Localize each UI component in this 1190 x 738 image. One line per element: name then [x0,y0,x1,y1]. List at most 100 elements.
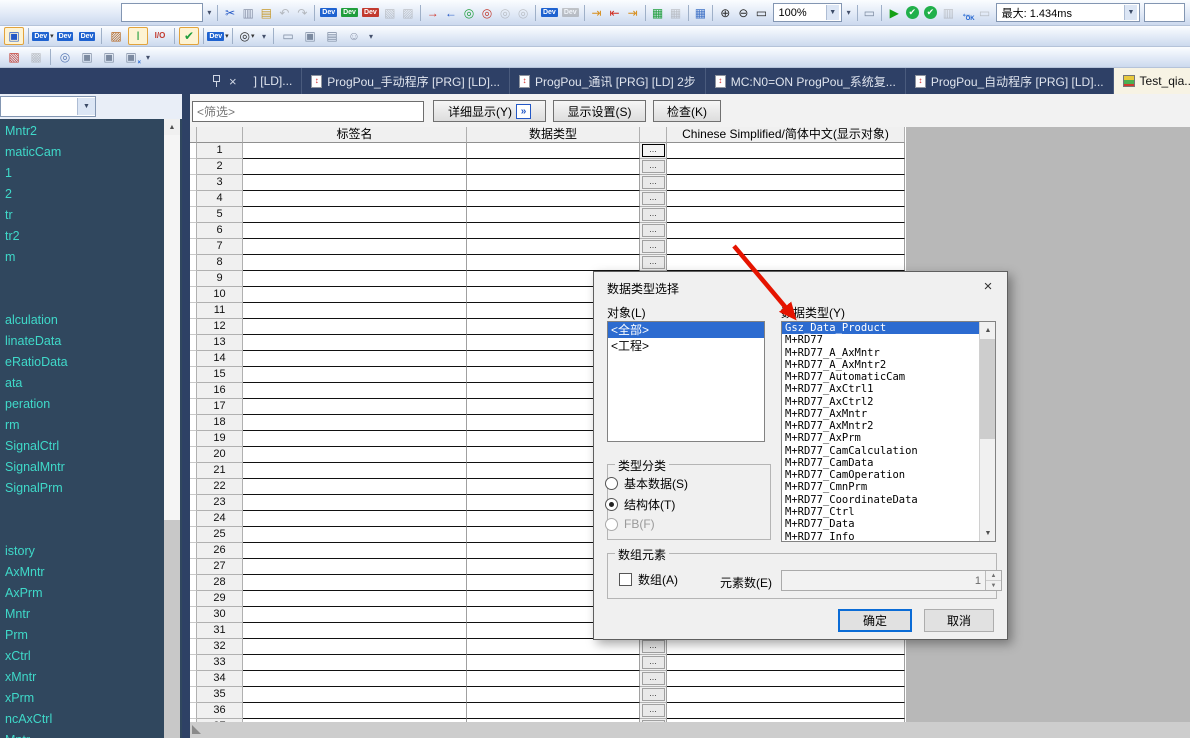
data-type-cell[interactable] [467,239,640,255]
row-number-cell[interactable]: 28 [197,575,243,591]
toolbar-combo-stub[interactable] [121,3,203,22]
sidebar-item-Mntr[interactable]: Mntr [5,733,30,738]
label-name-cell[interactable] [243,527,467,543]
label-name-cell[interactable] [243,511,467,527]
datatype-item[interactable]: Gsz_Data_Product [782,322,980,334]
row-number-cell[interactable]: 9 [197,271,243,287]
network-view-off-icon[interactable]: ▦ [668,4,684,22]
sidebar-item-tr2[interactable]: tr2 [5,229,20,247]
convert-check2-icon[interactable]: ✔ [922,4,938,22]
convert-check1-icon[interactable]: ✔ [904,4,920,22]
tab-4[interactable]: ↕MC:N0=ON ProgPou_系统复... [706,68,906,94]
row-indicator-cell[interactable] [190,527,197,543]
run-icon[interactable]: ▶ [886,4,902,22]
display-target-cell[interactable] [667,191,905,207]
tree-scrollbar-thumb[interactable] [164,520,180,738]
sim-icon[interactable]: ▭ [861,4,877,22]
datatype-item[interactable]: M+RD77 [782,334,980,346]
display-target-cell[interactable] [667,239,905,255]
row-number-cell[interactable]: 26 [197,543,243,559]
display-target-cell[interactable] [667,159,905,175]
data-type-cell[interactable] [467,655,640,671]
row-indicator-cell[interactable] [190,655,197,671]
element-count-spinner[interactable]: 1 ▲▼ [781,570,1002,591]
sidebar-item-istory[interactable]: istory [5,544,35,562]
label-editor-icon[interactable]: I [128,27,148,45]
label-name-cell[interactable] [243,223,467,239]
sidebar-item-SignalCtrl[interactable]: SignalCtrl [5,439,59,457]
jump-back-icon[interactable]: ← [443,4,459,22]
label-name-cell[interactable] [243,543,467,559]
sidebar-item-1[interactable]: 1 [5,166,12,184]
device-memory-icon[interactable]: Dev [55,27,75,45]
row-indicator-cell[interactable] [190,623,197,639]
row-indicator-cell[interactable] [190,479,197,495]
device-display-off-icon[interactable]: Dev [561,4,580,22]
device-comment-icon[interactable]: Dev▾ [33,27,53,45]
row-indicator-cell[interactable] [190,223,197,239]
horizontal-scrollbar[interactable] [190,722,1190,738]
datatype-scrollbar[interactable]: ▲ ▼ [979,322,995,541]
datatype-item[interactable]: M+RD77_CamOperation [782,469,980,481]
tab-3[interactable]: ↕ProgPou_通讯 [PRG] [LD] 2步 [510,68,706,94]
object-item-<全部>[interactable]: <全部> [608,322,764,338]
label-name-cell[interactable] [243,607,467,623]
row-indicator-cell[interactable] [190,239,197,255]
row-number-cell[interactable]: 2 [197,159,243,175]
cross-ref3-icon[interactable]: ⇥ [625,4,641,22]
sidebar-item-peration[interactable]: peration [5,397,50,415]
sidebar-item-AxPrm[interactable]: AxPrm [5,586,43,604]
row2-overflow2-icon[interactable]: ▾ [366,32,376,41]
dialog-close-icon[interactable]: × [979,277,997,295]
pane-splitter[interactable] [182,94,190,738]
label-name-cell[interactable] [243,495,467,511]
chevron-down-icon[interactable]: ▼ [826,5,839,20]
tree-scrollbar[interactable]: ▲ [164,119,180,738]
datatype-item[interactable]: M+RD77_A_AxMntr [782,347,980,359]
object-item-<工程>[interactable]: <工程> [608,338,764,354]
data-type-cell[interactable] [467,639,640,655]
row-indicator-cell[interactable] [190,703,197,719]
search-gray1-icon[interactable]: ◎ [497,4,513,22]
network-view-icon[interactable]: ▦ [649,4,665,22]
device-batch-icon[interactable]: Dev [77,27,97,45]
row-number-cell[interactable]: 34 [197,671,243,687]
label-name-cell[interactable] [243,255,467,271]
filter-input[interactable] [192,101,424,122]
data-type-cell[interactable] [467,191,640,207]
data-type-cell[interactable] [467,159,640,175]
row-indicator-cell[interactable] [190,415,197,431]
row-number-cell[interactable]: 3 [197,175,243,191]
radio-icon[interactable] [605,498,618,511]
window-display-icon[interactable]: ▣ [4,27,24,45]
row-indicator-cell[interactable] [190,175,197,191]
label-name-cell[interactable] [243,287,467,303]
datatype-browse-button[interactable]: ... [642,176,665,189]
label-name-cell[interactable] [243,687,467,703]
row-number-cell[interactable]: 25 [197,527,243,543]
label-name-cell[interactable] [243,671,467,687]
datatype-item[interactable]: M+RD77_CoordinateData [782,494,980,506]
paste-icon[interactable]: ▤ [258,4,274,22]
row-number-cell[interactable]: 33 [197,655,243,671]
row-number-cell[interactable]: 32 [197,639,243,655]
row-indicator-cell[interactable] [190,159,197,175]
row-indicator-cell[interactable] [190,383,197,399]
row-indicator-cell[interactable] [190,607,197,623]
sidebar-item-AxMntr[interactable]: AxMntr [5,565,45,583]
label-name-cell[interactable] [243,319,467,335]
label-name-cell[interactable] [243,431,467,447]
web-icon[interactable]: ◎ [55,48,75,66]
row-number-cell[interactable]: 24 [197,511,243,527]
spin-down-icon[interactable]: ▼ [986,581,1001,590]
label-name-cell[interactable] [243,399,467,415]
sidebar-item-rm[interactable]: rm [5,418,20,436]
cancel-button[interactable]: 取消 [924,609,994,632]
label-name-cell[interactable] [243,703,467,719]
jump-forward-icon[interactable]: → [425,4,441,22]
monitor-tool-icon[interactable]: ▧ [4,48,24,66]
row-indicator-cell[interactable] [190,399,197,415]
sidebar-item-SignalPrm[interactable]: SignalPrm [5,481,63,499]
datatype-browse-button[interactable]: ... [642,144,665,157]
datatype-item[interactable]: M+RD77_Data [782,518,980,530]
